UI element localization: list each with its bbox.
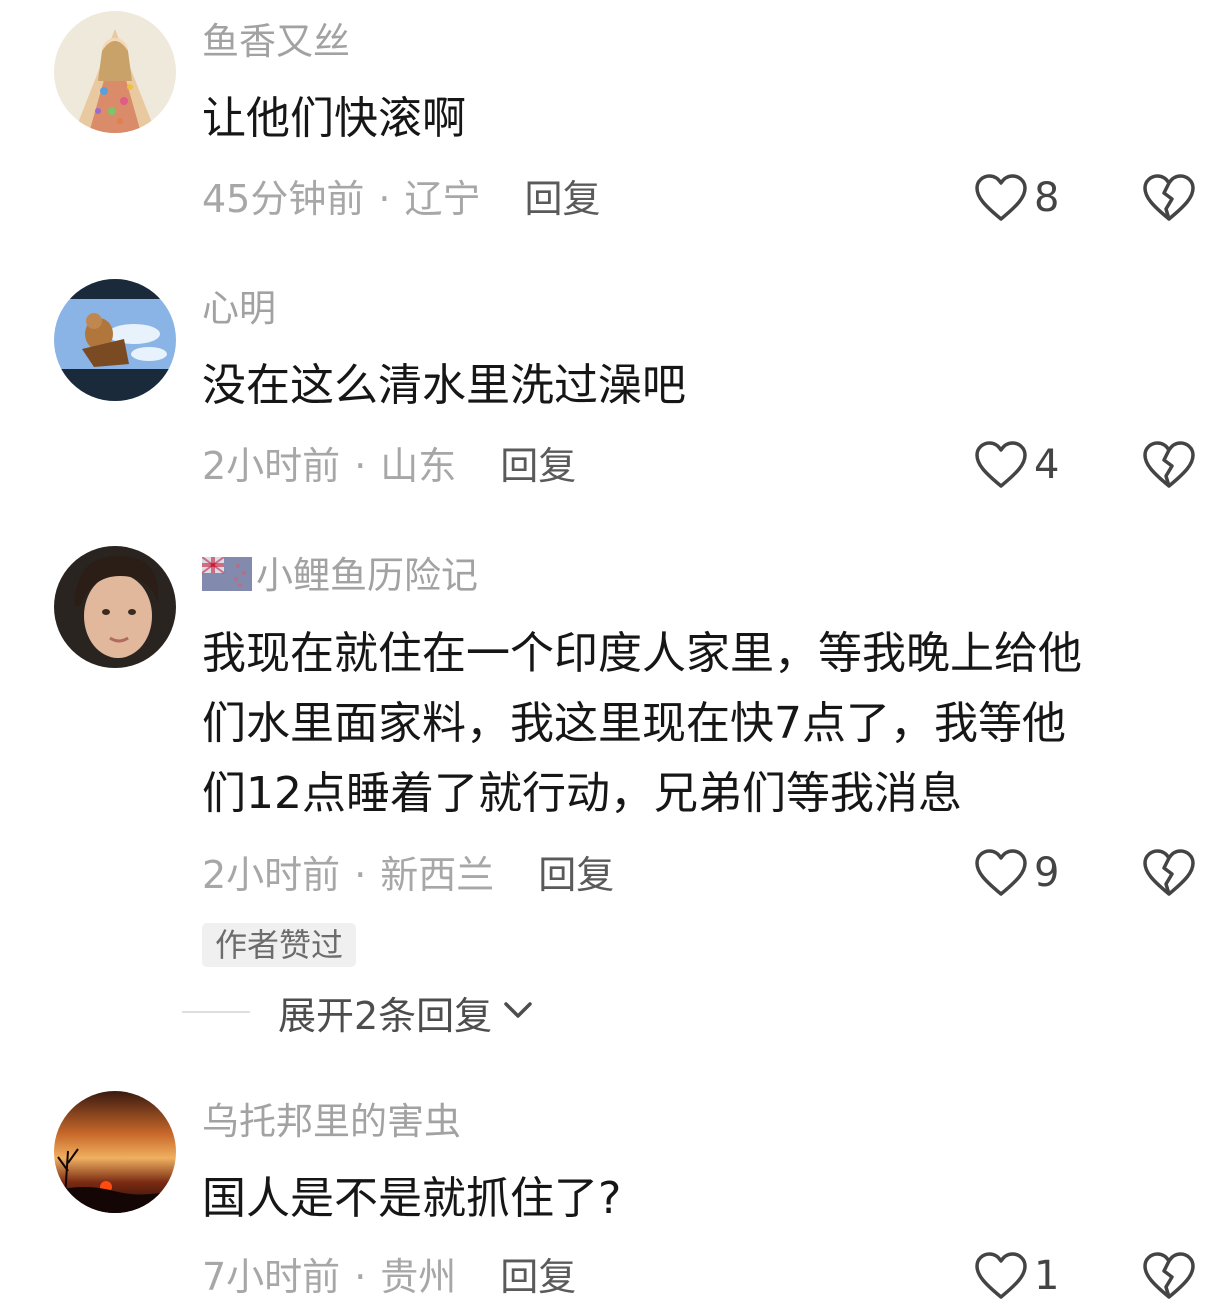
expand-replies-button[interactable]: 展开2条回复 [182,985,538,1039]
reply-button[interactable]: 回复 [500,444,576,488]
dislike-button[interactable] [1142,170,1196,226]
username[interactable]: 鱼香又丝 [202,18,350,66]
heart-outline-icon [974,440,1028,490]
like-count: 4 [1034,442,1060,488]
comment-location: 贵州 [380,1255,457,1299]
comment-location: 新西兰 [380,853,495,897]
comment-meta: 45分钟前 · 辽宁 回复 [202,174,600,224]
comment-text: 让他们快滚啊 [202,93,466,144]
like-count: 8 [1034,175,1060,221]
comment-time: 7小时前 [202,1255,341,1299]
comment-text: 我现在就住在一个印度人家里，等我晚上给他 们水里面家料，我这里现在快7点了，我等… [202,619,1212,829]
broken-heart-icon [1142,173,1196,223]
avatar[interactable] [54,11,176,133]
broken-heart-icon [1142,848,1196,898]
comment-time: 2小时前 [202,444,341,488]
like-button[interactable]: 4 [974,437,1059,493]
comment-time: 45分钟前 [202,177,365,221]
like-button[interactable]: 1 [974,1248,1059,1304]
separator-dot: · [354,853,367,897]
comment-text-line: 们水里面家料，我这里现在快7点了，我等他 [202,698,1066,749]
dislike-button[interactable] [1142,845,1196,901]
heart-outline-icon [974,173,1028,223]
username[interactable]: 心明 [202,285,276,333]
dislike-button[interactable] [1142,1248,1196,1304]
separator-dot: · [378,177,391,221]
comment-location: 山东 [380,444,457,488]
comment-meta: 2小时前 · 山东 回复 [202,441,576,491]
username-text[interactable]: 小鲤鱼历险记 [256,554,478,597]
comment-text-line: 们12点睡着了就行动，兄弟们等我消息 [202,768,962,819]
chevron-down-icon [492,990,538,1034]
heart-outline-icon [974,1251,1028,1301]
broken-heart-icon [1142,1251,1196,1301]
author-liked-badge: 作者赞过 [202,923,357,967]
username[interactable]: 小鲤鱼历险记 [202,552,478,600]
like-button[interactable]: 9 [974,845,1059,901]
comment-meta: 7小时前 · 贵州 回复 [202,1252,576,1302]
avatar[interactable] [54,546,176,668]
avatar[interactable] [54,279,176,401]
like-button[interactable]: 8 [974,170,1059,226]
reply-button[interactable]: 回复 [524,177,600,221]
separator-dot: · [354,444,367,488]
comment-location: 辽宁 [404,177,481,221]
dislike-button[interactable] [1142,437,1196,493]
broken-heart-icon [1142,440,1196,490]
avatar[interactable] [54,1091,176,1213]
reply-button[interactable]: 回复 [538,853,614,897]
separator-dot: · [354,1255,367,1299]
expand-replies-label[interactable]: 展开2条回复 [278,985,492,1040]
like-count: 1 [1034,1253,1060,1299]
comment-time: 2小时前 [202,853,341,897]
reply-button[interactable]: 回复 [500,1255,576,1299]
comment-text: 没在这么清水里洗过澡吧 [202,360,686,411]
comment-text: 国人是不是就抓住了? [202,1173,622,1224]
divider-line [182,1011,250,1013]
heart-outline-icon [974,848,1028,898]
username[interactable]: 乌托邦里的害虫 [202,1098,461,1146]
comment-meta: 2小时前 · 新西兰 回复 [202,850,614,900]
comment-text-line: 我现在就住在一个印度人家里，等我晚上给他 [202,628,1082,679]
like-count: 9 [1034,850,1060,896]
new-zealand-flag-icon [202,556,252,591]
